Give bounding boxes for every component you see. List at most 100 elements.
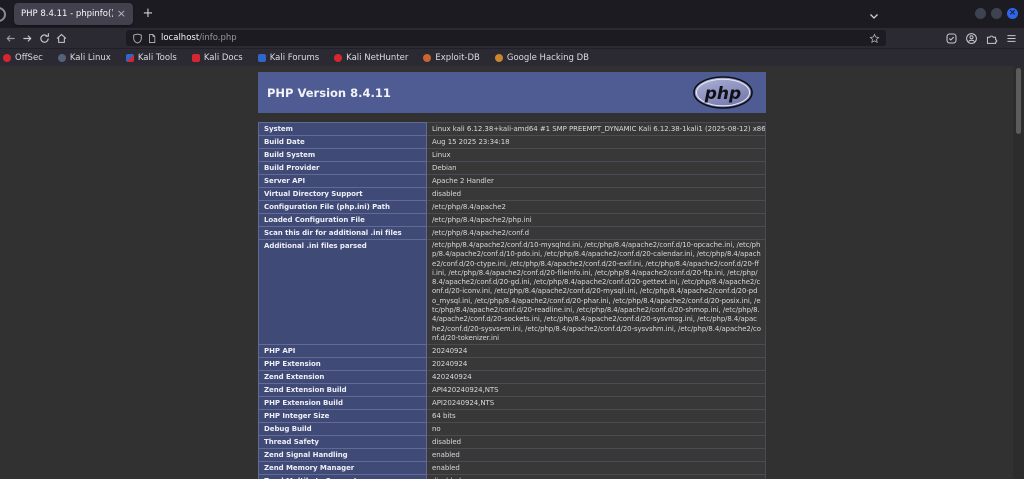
info-value: enabled [426,448,766,463]
bookmark-kali-docs[interactable]: Kali Docs [191,52,243,63]
table-row: Scan this dir for additional .ini files /… [258,226,766,240]
table-row: Server API Apache 2 Handler [258,174,766,188]
table-row: Debug Build no [258,422,766,437]
info-label: PHP Extension [258,357,427,372]
bookmark-label: Kali Tools [137,52,177,63]
toolbar-right-icons [943,29,1020,47]
info-value: Linux kali 6.12.38+kali-amd64 #1 SMP PRE… [426,122,766,136]
home-icon[interactable] [53,29,70,47]
info-label: Zend Extension [258,370,427,385]
window-minimize-button[interactable] [975,8,986,19]
bookmark-kali-nethunter[interactable]: Kali NetHunter [334,53,408,63]
info-label: Build Date [258,135,427,149]
info-value: 20240924 [426,357,766,372]
bookmark-exploit-db[interactable]: Exploit-DB [423,53,480,63]
kali-forums-favicon [257,53,266,62]
info-value: Apache 2 Handler [426,174,766,188]
tab-phpinfo[interactable]: PHP 8.4.11 - phpinfo() × [14,3,133,25]
table-row: Loaded Configuration File/etc/php/8.4/ap… [258,213,766,227]
url-path: /info.php [199,33,237,43]
bookmark-label: Google Hacking DB [506,52,589,63]
window-controls: × [975,8,1018,19]
info-value: /etc/php/8.4/apache2/conf.d [426,226,766,240]
info-value: /etc/php/8.4/apache2/conf.d/10-mysqlnd.i… [426,238,766,346]
table-row: Zend Extension Build API420240924,NTS [258,383,766,398]
info-value: 20240924 [426,344,766,359]
bookmark-star-icon[interactable] [869,32,880,44]
php-logo-icon: php [693,76,753,113]
table-row: Configuration File (php.ini) Path/etc/ph… [258,200,766,214]
kali-tools-favicon [125,53,134,62]
page-title: PHP Version 8.4.11 [267,85,391,100]
bookmark-offsec[interactable]: OffSec [3,53,43,63]
info-label: PHP Extension Build [258,396,427,411]
info-label: Scan this dir for additional .ini files [258,226,427,240]
bookmark-kali-linux[interactable]: Kali Linux [57,53,111,63]
info-value: Debian [426,161,766,175]
insecure-page-icon[interactable] [147,33,157,44]
app-menu-icon[interactable] [1003,29,1020,47]
table-row: Build Date Aug 15 2025 23:34:18 [258,135,766,149]
url-host: localhost [161,33,200,43]
offsec-favicon [3,53,11,62]
info-value: enabled [426,461,766,476]
info-label: PHP Integer Size [258,409,427,424]
info-value: disabled [426,435,766,450]
info-label: Build Provider [258,161,427,175]
privacy-badge-icon[interactable] [943,29,960,47]
table-row: PHP API 20240924 [258,344,766,359]
phpinfo-header: PHP Version 8.4.11 php [258,72,766,113]
phpinfo-table: System Linux kali 6.12.38+kali-amd64 #1 S… [258,122,766,479]
window-maximize-button[interactable] [991,8,1002,19]
info-value: Aug 15 2025 23:34:18 [426,135,766,149]
url-text: localhost/info.php [161,33,865,43]
info-label: System [258,122,427,136]
phpinfo-page: PHP Version 8.4.11 php System Linux kali … [258,72,766,479]
table-row: Thread Safety disabled [258,435,766,450]
info-label: PHP API [258,344,427,359]
table-row: Zend Memory Manager enabled [258,461,766,476]
firefox-view-icon[interactable] [0,7,6,22]
table-row: Zend Multibyte Supportdisabled [258,474,766,479]
reload-icon[interactable] [36,29,53,47]
table-row: Zend Signal Handling enabled [258,448,766,463]
info-value: 420240924 [426,370,766,385]
table-row: Virtual Directory Support disabled [258,187,766,201]
navigation-toolbar: localhost/info.php [0,28,1024,48]
info-label: Thread Safety [258,435,427,450]
back-icon[interactable] [2,29,19,47]
new-tab-button[interactable]: + [139,5,157,23]
tab-close-icon[interactable]: × [117,8,126,19]
kali-nethunter-favicon [334,53,343,62]
list-tabs-chevron-icon[interactable] [868,7,880,26]
info-label: Virtual Directory Support [258,187,427,201]
bookmark-kali-forums[interactable]: Kali Forums [257,53,319,63]
info-label: Zend Signal Handling [258,448,427,463]
info-label: Loaded Configuration File [258,213,427,227]
bookmark-kali-tools[interactable]: Kali Tools [125,52,177,63]
scrollbar-thumb[interactable] [1016,68,1021,134]
info-label: Zend Memory Manager [258,461,427,476]
table-row: System Linux kali 6.12.38+kali-amd64 #1 S… [258,122,766,136]
info-value: API20240924,NTS [426,396,766,411]
extensions-icon[interactable] [983,29,1000,47]
bookmark-label: Kali NetHunter [346,52,409,63]
bookmark-label: Kali Docs [203,52,243,63]
tracking-protection-shield-icon[interactable] [132,33,143,44]
info-label: Build System [258,148,427,162]
info-value: disabled [426,474,766,479]
scrollbar-track[interactable] [1013,66,1024,479]
forward-icon[interactable] [19,29,36,47]
account-icon[interactable] [963,29,980,47]
info-value: disabled [426,187,766,201]
table-row: Build Provider Debian [258,161,766,175]
url-bar[interactable]: localhost/info.php [126,30,886,46]
kali-docs-favicon [191,53,200,62]
table-row: PHP Integer Size 64 bits [258,409,766,424]
info-label: Server API [258,174,427,188]
svg-text:php: php [704,84,741,104]
bookmark-google-hacking-db[interactable]: Google Hacking DB [494,52,589,63]
tab-title: PHP 8.4.11 - phpinfo() [21,9,113,19]
info-label: Zend Multibyte Support [258,474,427,479]
window-close-button[interactable]: × [1007,8,1018,19]
